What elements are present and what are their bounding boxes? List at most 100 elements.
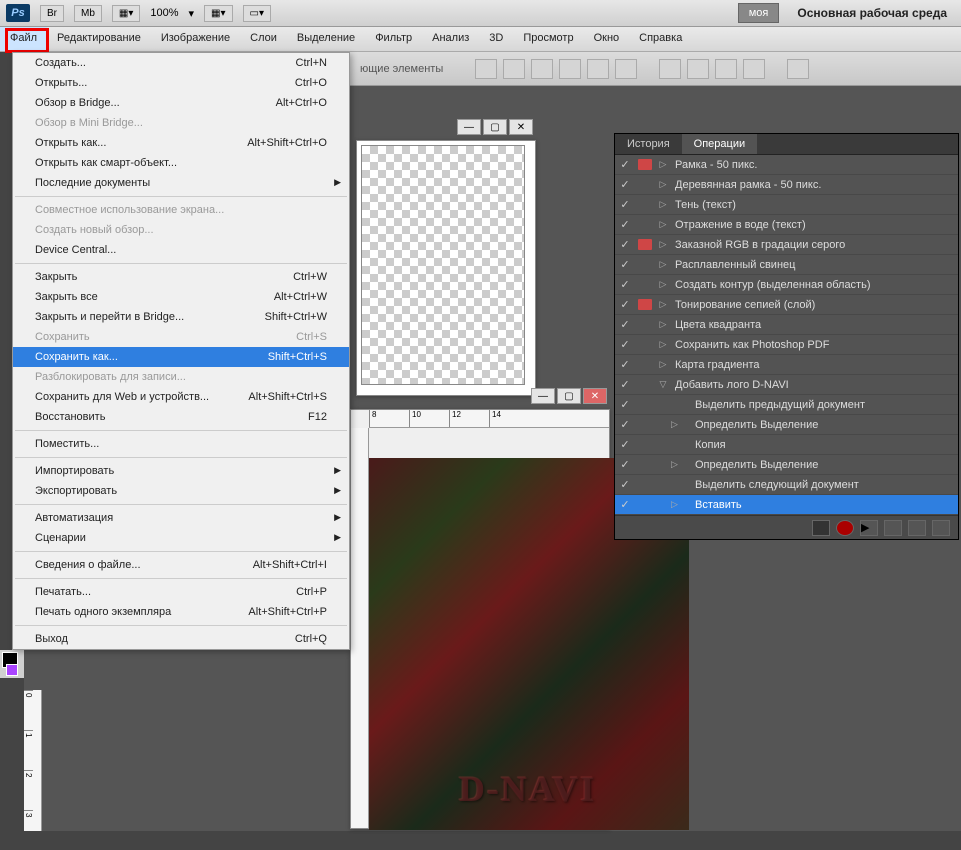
minibridge-button[interactable]: Mb: [74, 5, 102, 22]
menu-анализ[interactable]: Анализ: [422, 27, 479, 51]
action-row[interactable]: ✓▷Создать контур (выделенная область): [615, 275, 958, 295]
menu-item[interactable]: Сведения о файле...Alt+Shift+Ctrl+I: [13, 555, 349, 575]
menu-item[interactable]: Открыть как смарт-объект...: [13, 153, 349, 173]
viewmode-button[interactable]: ▦▾: [112, 5, 140, 22]
play-button[interactable]: ▶: [860, 520, 878, 536]
menu-item[interactable]: Закрыть всеAlt+Ctrl+W: [13, 287, 349, 307]
action-row[interactable]: ✓▷Цвета квадранта: [615, 315, 958, 335]
action-row[interactable]: ✓▷Рамка - 50 пикс.: [615, 155, 958, 175]
menu-справка[interactable]: Справка: [629, 27, 692, 51]
action-checkbox[interactable]: ✓: [615, 378, 635, 391]
action-checkbox[interactable]: ✓: [615, 438, 635, 451]
action-checkbox[interactable]: ✓: [615, 478, 635, 491]
bridge-button[interactable]: Br: [40, 5, 64, 22]
action-checkbox[interactable]: ✓: [615, 238, 635, 251]
menu-item[interactable]: Печатать...Ctrl+P: [13, 582, 349, 602]
expand-icon[interactable]: ▷: [655, 179, 671, 190]
align-icon[interactable]: [587, 59, 609, 79]
action-row[interactable]: ✓▷Деревянная рамка - 50 пикс.: [615, 175, 958, 195]
action-checkbox[interactable]: ✓: [615, 458, 635, 471]
menu-item[interactable]: Открыть...Ctrl+O: [13, 73, 349, 93]
menu-item[interactable]: Обзор в Bridge...Alt+Ctrl+O: [13, 93, 349, 113]
menu-item[interactable]: Открыть как...Alt+Shift+Ctrl+O: [13, 133, 349, 153]
distribute-icon[interactable]: [787, 59, 809, 79]
action-row[interactable]: ✓▷Тонирование сепией (слой): [615, 295, 958, 315]
menu-item[interactable]: Поместить...: [13, 434, 349, 454]
menu-item[interactable]: Импортировать▶: [13, 461, 349, 481]
action-row[interactable]: ✓▷Определить Выделение: [615, 415, 958, 435]
close-button[interactable]: ✕: [583, 388, 607, 404]
align-icon[interactable]: [531, 59, 553, 79]
menu-слои[interactable]: Слои: [240, 27, 287, 51]
expand-icon[interactable]: ▷: [655, 499, 671, 510]
minimize-button[interactable]: —: [531, 388, 555, 404]
action-row[interactable]: ✓▷Вставить: [615, 495, 958, 515]
menu-item[interactable]: Экспортировать▶: [13, 481, 349, 501]
transparent-canvas[interactable]: [361, 145, 525, 385]
expand-icon[interactable]: ▷: [655, 419, 671, 430]
tab-history[interactable]: История: [615, 134, 682, 154]
menu-окно[interactable]: Окно: [584, 27, 630, 51]
action-row[interactable]: ✓▷Определить Выделение: [615, 455, 958, 475]
workspace-button[interactable]: моя: [738, 3, 780, 23]
expand-icon[interactable]: ▷: [655, 219, 671, 230]
action-row[interactable]: ✓Копия: [615, 435, 958, 455]
expand-icon[interactable]: ▷: [655, 339, 671, 350]
expand-icon[interactable]: ▷: [655, 319, 671, 330]
expand-icon[interactable]: ▽: [655, 379, 671, 390]
menu-item[interactable]: Печать одного экземпляраAlt+Shift+Ctrl+P: [13, 602, 349, 622]
menu-3d[interactable]: 3D: [479, 27, 513, 51]
color-swatches[interactable]: [0, 650, 24, 678]
action-checkbox[interactable]: ✓: [615, 218, 635, 231]
tab-actions[interactable]: Операции: [682, 134, 757, 154]
action-dialog-toggle[interactable]: [635, 299, 655, 310]
action-dialog-toggle[interactable]: [635, 159, 655, 170]
maximize-button[interactable]: ▢: [557, 388, 581, 404]
record-button[interactable]: [836, 520, 854, 536]
menu-item[interactable]: Последние документы▶: [13, 173, 349, 193]
delete-button[interactable]: [932, 520, 950, 536]
action-row[interactable]: ✓▷Сохранить как Photoshop PDF: [615, 335, 958, 355]
expand-icon[interactable]: ▷: [655, 199, 671, 210]
menu-item[interactable]: ВыходCtrl+Q: [13, 629, 349, 649]
action-checkbox[interactable]: ✓: [615, 418, 635, 431]
action-checkbox[interactable]: ✓: [615, 258, 635, 271]
action-checkbox[interactable]: ✓: [615, 398, 635, 411]
expand-icon[interactable]: ▷: [655, 279, 671, 290]
close-button[interactable]: ✕: [509, 119, 533, 135]
menu-item[interactable]: ВосстановитьF12: [13, 407, 349, 427]
expand-icon[interactable]: ▷: [655, 459, 671, 470]
expand-icon[interactable]: ▷: [655, 359, 671, 370]
menu-item[interactable]: Автоматизация▶: [13, 508, 349, 528]
menu-item[interactable]: Сохранить как...Shift+Ctrl+S: [13, 347, 349, 367]
arrange-button[interactable]: ▦▾: [204, 5, 232, 22]
align-icon[interactable]: [503, 59, 525, 79]
menu-редактирование[interactable]: Редактирование: [47, 27, 151, 51]
action-checkbox[interactable]: ✓: [615, 358, 635, 371]
action-dialog-toggle[interactable]: [635, 239, 655, 250]
action-checkbox[interactable]: ✓: [615, 278, 635, 291]
menu-файл[interactable]: Файл: [0, 27, 47, 51]
action-row[interactable]: ✓▷Отражение в воде (текст): [615, 215, 958, 235]
action-row[interactable]: ✓▷Тень (текст): [615, 195, 958, 215]
stop-button[interactable]: [812, 520, 830, 536]
action-checkbox[interactable]: ✓: [615, 198, 635, 211]
menu-item[interactable]: Device Central...: [13, 240, 349, 260]
action-checkbox[interactable]: ✓: [615, 498, 635, 511]
expand-icon[interactable]: ▷: [655, 239, 671, 250]
expand-icon[interactable]: ▷: [655, 299, 671, 310]
menu-изображение[interactable]: Изображение: [151, 27, 240, 51]
screenmode-button[interactable]: ▭▾: [243, 5, 271, 22]
menu-фильтр[interactable]: Фильтр: [365, 27, 422, 51]
menu-item[interactable]: Сохранить для Web и устройств...Alt+Shif…: [13, 387, 349, 407]
workspace-label[interactable]: Основная рабочая среда: [789, 6, 955, 20]
align-icon[interactable]: [475, 59, 497, 79]
action-checkbox[interactable]: ✓: [615, 318, 635, 331]
menu-item[interactable]: ЗакрытьCtrl+W: [13, 267, 349, 287]
action-row[interactable]: ✓▽Добавить лого D-NAVI: [615, 375, 958, 395]
background-color[interactable]: [6, 664, 18, 676]
action-row[interactable]: ✓▷Карта градиента: [615, 355, 958, 375]
menu-item[interactable]: Сценарии▶: [13, 528, 349, 548]
action-row[interactable]: ✓Выделить следующий документ: [615, 475, 958, 495]
action-row[interactable]: ✓▷Расплавленный свинец: [615, 255, 958, 275]
